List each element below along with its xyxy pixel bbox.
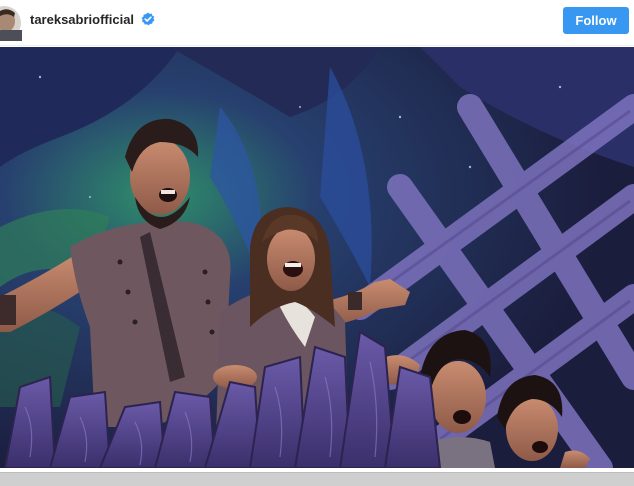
post-photo[interactable] (0, 47, 634, 468)
follow-button[interactable]: Follow (563, 7, 629, 34)
scroll-strip (0, 472, 634, 486)
verified-badge-icon (141, 12, 155, 26)
avatar[interactable] (0, 5, 22, 41)
post-footer-strip (0, 468, 634, 486)
username-link[interactable]: tareksabriofficial (30, 12, 134, 28)
post-header: tareksabriofficial Follow (0, 0, 634, 46)
